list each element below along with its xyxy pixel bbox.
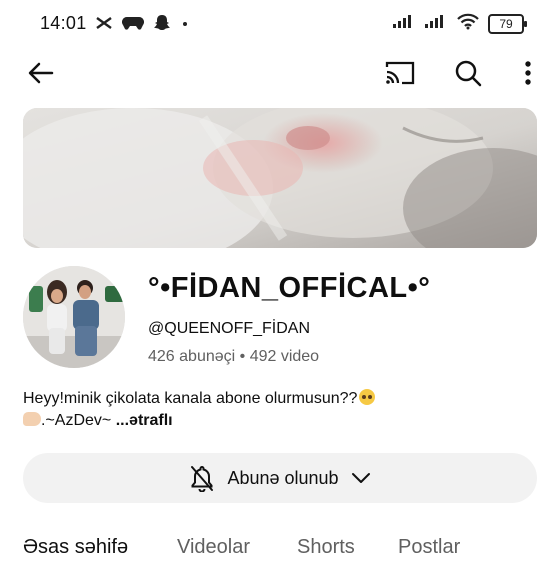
bell-off-icon bbox=[191, 465, 214, 492]
battery-level: 79 bbox=[499, 16, 513, 31]
chevron-down-icon bbox=[351, 473, 370, 483]
search-button[interactable] bbox=[451, 56, 485, 90]
top-app-bar bbox=[0, 50, 560, 98]
tab-home[interactable]: Əsas səhifə bbox=[23, 536, 128, 559]
search-icon bbox=[455, 60, 482, 87]
tab-shorts[interactable]: Shorts bbox=[297, 536, 355, 559]
tab-posts[interactable]: Postlar bbox=[398, 536, 460, 559]
signal-icon bbox=[392, 13, 416, 34]
hand-icon bbox=[23, 412, 41, 426]
channel-name: °•FİDAN_OFFİCAL•° bbox=[148, 272, 431, 304]
channel-description[interactable]: Heyy!minik çikolata kanala abone olurmus… bbox=[23, 388, 523, 432]
notification-icons bbox=[95, 14, 190, 36]
channel-tabs: Əsas səhifə Videolar Shorts Postlar bbox=[0, 536, 560, 566]
more-link[interactable]: ...ətraflı bbox=[116, 412, 173, 429]
capcut-icon bbox=[95, 15, 113, 36]
gamepad-icon bbox=[122, 15, 144, 36]
channel-banner bbox=[23, 108, 537, 248]
back-arrow-icon bbox=[28, 62, 54, 84]
more-options-button[interactable] bbox=[514, 56, 542, 90]
tab-videos[interactable]: Videolar bbox=[177, 536, 250, 559]
back-button[interactable] bbox=[24, 56, 58, 90]
more-vert-icon bbox=[525, 61, 531, 85]
cast-button[interactable] bbox=[382, 56, 418, 90]
subscriber-count: 426 abunəçi bbox=[148, 348, 236, 365]
pleading-face-icon bbox=[359, 389, 376, 405]
meta-separator: • bbox=[235, 348, 250, 365]
status-time: 14:01 bbox=[40, 13, 87, 33]
system-icons: 79 bbox=[392, 12, 527, 35]
battery-icon: 79 bbox=[488, 13, 527, 34]
description-line-2: .~AzDev~ bbox=[41, 412, 116, 429]
channel-handle: @QUEENOFF_FİDAN bbox=[148, 320, 311, 337]
dot-icon bbox=[180, 15, 190, 36]
subscribed-label: Abunə olunub bbox=[227, 467, 339, 488]
cast-icon bbox=[385, 61, 415, 85]
channel-stats: 426 abunəçi • 492 video bbox=[148, 348, 319, 366]
avatar-photo bbox=[23, 266, 125, 368]
subscribed-button[interactable]: Abunə olunub bbox=[23, 453, 537, 503]
video-count: 492 video bbox=[249, 348, 320, 365]
description-line-1: Heyy!minik çikolata kanala abone olurmus… bbox=[23, 390, 358, 407]
channel-avatar[interactable] bbox=[23, 266, 125, 368]
signal-icon bbox=[424, 13, 448, 34]
wifi-icon bbox=[456, 12, 480, 35]
status-bar: 14:01 79 bbox=[0, 0, 560, 46]
snapchat-icon bbox=[153, 14, 171, 36]
banner-cat-image bbox=[23, 108, 537, 248]
